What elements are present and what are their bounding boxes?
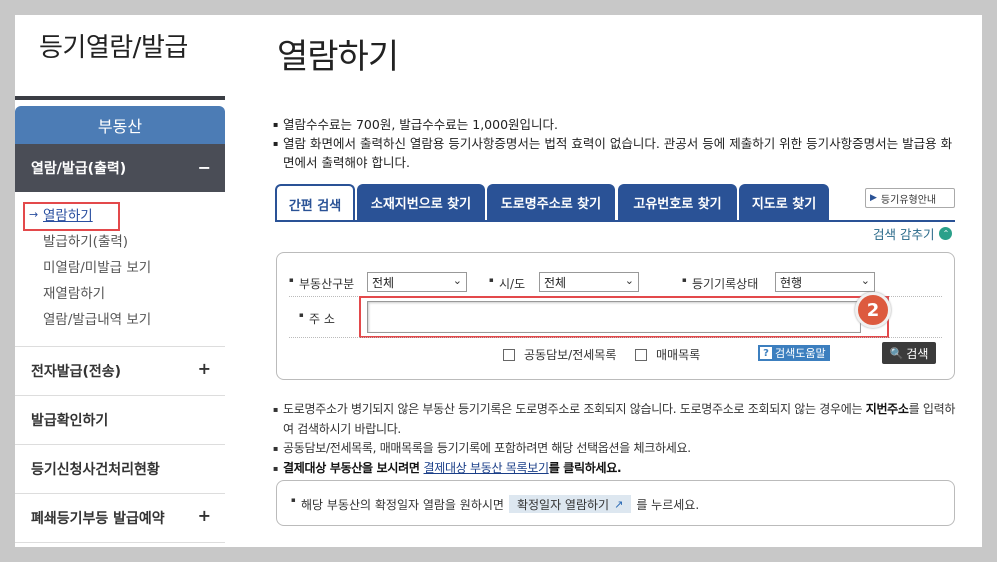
property-type-value: 전체 bbox=[372, 275, 395, 290]
tab-map[interactable]: 지도로 찾기 bbox=[739, 184, 829, 220]
tab-quick-search[interactable]: 간편 검색 bbox=[275, 184, 355, 222]
tab-lot-number[interactable]: 소재지번으로 찾기 bbox=[357, 184, 485, 220]
sido-label: 시/도 bbox=[489, 275, 525, 292]
note-options: 공동담보/전세목록, 매매목록을 등기기록에 포함하려면 해당 선택옵션을 체크… bbox=[273, 439, 963, 459]
sidebar-item-issue[interactable]: 발급하기(출력) bbox=[15, 227, 225, 253]
sido-select[interactable]: 전체 ⌄ bbox=[539, 272, 639, 292]
note-fee: 열람수수료는 700원, 발급수수료는 1,000원입니다. bbox=[273, 115, 963, 134]
sidebar-item-label: 폐쇄등기부등 발급예약 bbox=[31, 511, 165, 527]
chevron-down-icon: ⌄ bbox=[452, 274, 462, 287]
expand-icon[interactable]: + bbox=[198, 359, 211, 378]
note-emphasis: 지번주소 bbox=[865, 402, 909, 416]
top-overflow-strip bbox=[0, 0, 997, 15]
record-status-select[interactable]: 현행 ⌄ bbox=[775, 272, 875, 292]
question-icon: ? bbox=[760, 347, 772, 359]
external-link-icon: ↗ bbox=[614, 497, 624, 511]
row-divider bbox=[289, 337, 942, 338]
page-title: 열람하기 bbox=[277, 37, 399, 77]
address-label: 주 소 bbox=[299, 310, 335, 327]
tab-road-address[interactable]: 도로명주소로 찾기 bbox=[487, 184, 615, 220]
sidebar-item-label: 미열람/미발급 보기 bbox=[43, 260, 152, 276]
property-type-label: 부동산구분 bbox=[289, 275, 354, 292]
sidebar-category[interactable]: 부동산 bbox=[15, 106, 225, 144]
view-confirmation-date-button[interactable]: 확정일자 열람하기 ↗ bbox=[508, 495, 632, 513]
payment-list-link[interactable]: 결제대상 부동산 목록보기 bbox=[424, 461, 549, 475]
note-legal: 열람 화면에서 출력하신 열람용 등기사항증명서는 법적 효력이 없습니다. 관… bbox=[273, 134, 963, 172]
note-road-address: 도로명주소가 병기되지 않은 부동산 등기기록은 도로명주소로 조회되지 않습니… bbox=[273, 400, 963, 439]
tab-unique-number[interactable]: 고유번호로 찾기 bbox=[618, 184, 737, 220]
help-label: 검색도움말 bbox=[775, 347, 826, 360]
record-status-value: 현행 bbox=[780, 275, 803, 290]
sidebar-sub-header[interactable]: 열람/발급(출력) − bbox=[15, 144, 225, 192]
confirm-text-after: 를 누르세요. bbox=[636, 497, 700, 512]
address-input[interactable] bbox=[367, 301, 861, 333]
confirmation-date-panel: 해당 부동산의 확정일자 열람을 원하시면 확정일자 열람하기 ↗ 를 누르세요… bbox=[276, 480, 955, 526]
collapse-label: 검색 감추기 bbox=[873, 227, 935, 242]
confirmation-date-text: 해당 부동산의 확정일자 열람을 원하시면 확정일자 열람하기 ↗ 를 누르세요… bbox=[291, 495, 699, 513]
sidebar-item-label: 열람하기 bbox=[43, 208, 93, 224]
sidebar-item-case-status[interactable]: 등기신청사건처리현황 bbox=[15, 444, 225, 493]
expand-icon[interactable]: + bbox=[198, 506, 211, 525]
fee-notes: 열람수수료는 700원, 발급수수료는 1,000원입니다. 열람 화면에서 출… bbox=[273, 115, 963, 172]
note-emphasis: 를 클릭하세요. bbox=[548, 460, 622, 475]
trade-list-checkbox[interactable]: 매매목록 bbox=[635, 346, 700, 363]
search-button[interactable]: 🔍 검색 bbox=[882, 342, 936, 364]
sidebar-sub-list: → 열람하기 발급하기(출력) 미열람/미발급 보기 재열람하기 열람/발급내역… bbox=[15, 201, 225, 331]
collapse-icon[interactable]: − bbox=[198, 158, 211, 177]
checkbox-label: 매매목록 bbox=[656, 348, 701, 362]
property-type-select[interactable]: 전체 ⌄ bbox=[367, 272, 467, 292]
record-status-label: 등기기록상태 bbox=[682, 275, 758, 292]
confirm-text-before: 해당 부동산의 확정일자 열람을 원하시면 bbox=[301, 497, 504, 512]
search-help-button[interactable]: ? 검색도움말 bbox=[758, 345, 830, 361]
chevron-down-icon: ⌄ bbox=[860, 274, 870, 287]
note-payment: 결제대상 부동산을 보시려면 결제대상 부동산 목록보기를 클릭하세요. bbox=[273, 459, 963, 479]
note-text: 도로명주소가 병기되지 않은 부동산 등기기록은 도로명주소로 조회되지 않습니… bbox=[283, 402, 866, 416]
collapse-search-toggle[interactable]: 검색 감추기 ⌃ bbox=[873, 224, 953, 243]
step-badge: 2 bbox=[855, 292, 891, 328]
sidebar-item-label: 발급확인하기 bbox=[31, 413, 109, 429]
search-button-label: 검색 bbox=[906, 346, 929, 361]
sidebar-item-closed-reservation[interactable]: 폐쇄등기부등 발급예약 + bbox=[15, 493, 225, 542]
sidebar-item-label: 재열람하기 bbox=[43, 286, 106, 302]
search-icon: 🔍 bbox=[889, 346, 904, 360]
sidebar-divider bbox=[15, 96, 225, 100]
guide-button-label: 등기유형안내 bbox=[880, 194, 937, 206]
sidebar-sub-header-label: 열람/발급(출력) bbox=[31, 161, 127, 177]
note-emphasis: 결제대상 부동산을 보시려면 bbox=[283, 460, 424, 475]
caret-right-icon: ▶ bbox=[870, 193, 877, 203]
sidebar-title: 등기열람/발급 bbox=[39, 33, 188, 63]
checkbox-label: 공동담보/전세목록 bbox=[524, 348, 617, 362]
arrow-right-icon: → bbox=[29, 207, 39, 221]
sidebar-item-view[interactable]: → 열람하기 bbox=[15, 201, 225, 227]
joint-collateral-checkbox[interactable]: 공동담보/전세목록 bbox=[503, 346, 616, 363]
sidebar-item-label: 발급하기(출력) bbox=[43, 234, 129, 250]
sidebar-item-label: 전자발급(전송) bbox=[31, 364, 122, 380]
chevron-up-icon: ⌃ bbox=[939, 227, 953, 240]
bottom-overflow-strip bbox=[0, 547, 997, 562]
search-notes: 도로명주소가 병기되지 않은 부동산 등기기록은 도로명주소로 조회되지 않습니… bbox=[273, 400, 963, 478]
sidebar-item-unviewed[interactable]: 미열람/미발급 보기 bbox=[15, 253, 225, 279]
checkbox-box[interactable] bbox=[635, 348, 647, 361]
page: 등기열람/발급 부동산 열람/발급(출력) − → 열람하기 발급하기(출력) … bbox=[15, 15, 982, 547]
sidebar-item-review[interactable]: 재열람하기 bbox=[15, 279, 225, 305]
sidebar-item-label: 열람/발급내역 보기 bbox=[43, 312, 152, 328]
sidebar-item-issue-verify[interactable]: 발급확인하기 bbox=[15, 395, 225, 444]
sidebar-item-electronic-issue[interactable]: 전자발급(전송) + bbox=[15, 346, 225, 395]
registry-type-guide-button[interactable]: ▶ 등기유형안내 bbox=[865, 188, 955, 208]
chevron-down-icon: ⌄ bbox=[624, 274, 634, 287]
sidebar-item-label: 등기신청사건처리현황 bbox=[31, 462, 160, 478]
checkbox-box[interactable] bbox=[503, 348, 515, 361]
sido-value: 전체 bbox=[544, 275, 567, 290]
sidebar-item-history[interactable]: 열람/발급내역 보기 bbox=[15, 305, 225, 331]
confirm-button-label: 확정일자 열람하기 bbox=[516, 497, 610, 512]
search-filter-row: 부동산구분 전체 ⌄ 시/도 전체 ⌄ 등기기록상태 현행 ⌄ bbox=[289, 272, 944, 296]
tab-underline bbox=[275, 220, 955, 222]
search-panel: 부동산구분 전체 ⌄ 시/도 전체 ⌄ 등기기록상태 현행 ⌄ 주 소 2 공동… bbox=[276, 252, 955, 380]
